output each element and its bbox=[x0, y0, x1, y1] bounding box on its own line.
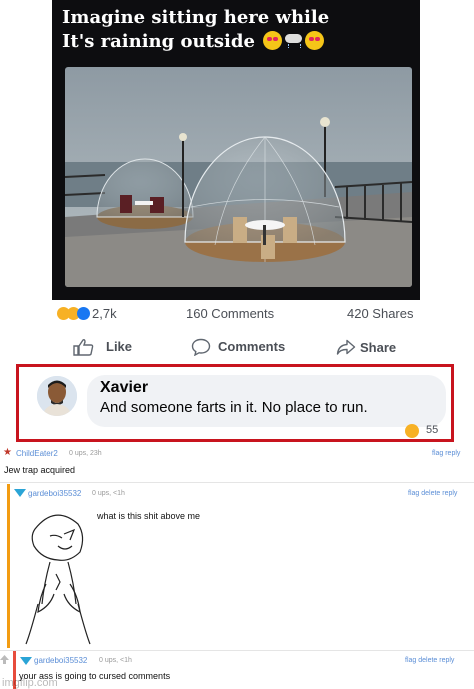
reaction-icons bbox=[57, 307, 97, 321]
comment-bubble: Xavier And someone farts in it. No place… bbox=[87, 375, 446, 427]
comment-meta: 0 ups, 23h bbox=[69, 450, 102, 457]
reaction-count[interactable]: 2,7k bbox=[92, 306, 117, 321]
igloo-domes-photo bbox=[65, 67, 412, 287]
avatar bbox=[37, 376, 77, 416]
haha-reaction-icon bbox=[405, 424, 419, 438]
reaction-count: 55 bbox=[426, 424, 439, 436]
reply-thread-bar bbox=[7, 484, 10, 648]
comment-text: And someone farts in it. No place to run… bbox=[100, 399, 368, 416]
share-button[interactable]: Share bbox=[336, 338, 406, 358]
upvote-arrow-icon[interactable] bbox=[0, 655, 9, 664]
shares-count[interactable]: 420 Shares bbox=[347, 306, 414, 321]
heart-eyes-emoji-icon bbox=[263, 31, 283, 50]
share-arrow-icon bbox=[336, 339, 356, 355]
comment-text: Jew trap acquired bbox=[4, 465, 76, 475]
like-button[interactable]: Like bbox=[70, 337, 160, 357]
comment-username[interactable]: ChildEater2 bbox=[16, 449, 58, 458]
heart-eyes-emoji-icon bbox=[305, 31, 325, 50]
imgflip-watermark: imgflip.com bbox=[2, 677, 58, 689]
comment-button[interactable]: Comments bbox=[191, 337, 301, 357]
comment-2: gardeboi35532 0 ups, <1h flag delete rep… bbox=[13, 484, 474, 648]
comment-meta: 0 ups, <1h bbox=[92, 490, 125, 497]
comment-1: ★ ChildEater2 0 ups, 23h flag reply Jew … bbox=[0, 446, 474, 483]
gardevoir-sketch-image[interactable] bbox=[20, 504, 93, 646]
thumbs-up-icon bbox=[73, 339, 94, 356]
comment-reactions[interactable]: 55 bbox=[405, 423, 451, 439]
star-icon: ★ bbox=[3, 447, 12, 458]
comment-meta: 0 ups, <1h bbox=[99, 657, 132, 664]
comment-username[interactable]: gardeboi35532 bbox=[34, 656, 87, 665]
meme-image: Imagine sitting here while It's raining … bbox=[52, 0, 420, 300]
comment-username[interactable]: gardeboi35532 bbox=[28, 489, 81, 498]
comment-bubble-icon bbox=[191, 338, 211, 356]
user-flair-icon bbox=[14, 489, 26, 497]
comment-actions[interactable]: flag delete reply bbox=[405, 657, 454, 664]
user-flair-icon bbox=[20, 657, 32, 665]
caption-line-1: Imagine sitting here while bbox=[62, 7, 330, 28]
like-label: Like bbox=[106, 339, 133, 354]
meme-caption: Imagine sitting here while It's raining … bbox=[62, 6, 412, 54]
comment-actions[interactable]: flag reply bbox=[432, 450, 460, 457]
like-reaction-icon bbox=[77, 307, 90, 320]
comment-label: Comments bbox=[218, 339, 286, 354]
caption-line-2: It's raining outside bbox=[62, 31, 255, 52]
comment-3: gardeboi35532 0 ups, <1h flag delete rep… bbox=[0, 650, 474, 689]
comment-actions[interactable]: flag delete reply bbox=[408, 490, 457, 497]
avatar-photo bbox=[37, 376, 77, 416]
share-label: Share bbox=[360, 340, 397, 355]
photo-illustration bbox=[65, 67, 412, 287]
highlighted-comment: Xavier And someone farts in it. No place… bbox=[16, 364, 454, 442]
comment-text: what is this shit above me bbox=[97, 511, 201, 521]
comment-author[interactable]: Xavier bbox=[100, 379, 148, 397]
sketch-drawing bbox=[25, 514, 91, 645]
comments-count[interactable]: 160 Comments bbox=[186, 306, 274, 321]
rain-cloud-emoji-icon bbox=[284, 31, 303, 50]
